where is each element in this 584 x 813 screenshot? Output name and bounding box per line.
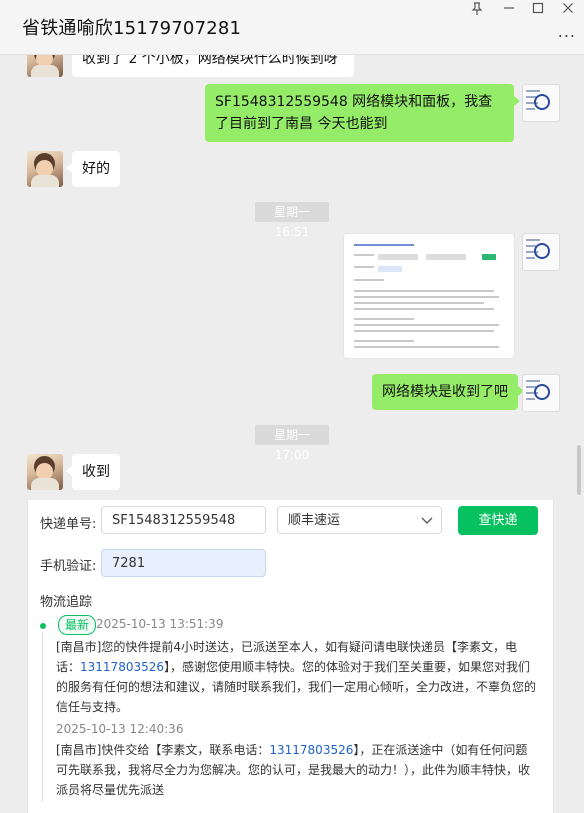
timeline-dot [40, 623, 46, 629]
pin-icon[interactable] [466, 2, 488, 20]
courier-phone[interactable]: 13117803526 [80, 660, 164, 674]
message-timestamp: 星期一 16:51 [255, 202, 329, 239]
tracking-number-label: 快递单号: [40, 517, 97, 532]
chevron-down-icon [421, 511, 433, 524]
message-bubble-incoming[interactable]: 好的 [66, 151, 120, 187]
event-text: [南昌市]您的快件提前4小时送达，已派送至本人，如有疑问请电联快递员【李素文，电… [56, 640, 537, 714]
contact-avatar[interactable] [27, 55, 63, 77]
tracking-number-input[interactable]: SF1548312559548 [101, 506, 266, 534]
event-time: 2025-10-13 13:51:39 [96, 617, 224, 631]
event-text: [南昌市]快件交给【李素文，联系电话：13117803526】，正在派送途中（如… [56, 743, 531, 797]
contact-avatar[interactable] [27, 454, 63, 490]
more-options-button[interactable]: ... [558, 22, 576, 41]
contact-avatar[interactable] [27, 151, 63, 187]
message-bubble-outgoing[interactable]: SF1548312559548 网络模块和面板，我查了目前到了南昌 今天也能到 [205, 84, 520, 142]
my-avatar[interactable] [522, 374, 560, 412]
phone-verify-label: 手机验证: [40, 559, 97, 574]
message-bubble-incoming[interactable]: 收到 [66, 454, 120, 490]
message-timestamp: 星期一 17:00 [255, 425, 329, 462]
close-icon[interactable] [557, 2, 579, 20]
minimize-icon[interactable] [498, 2, 520, 20]
query-button[interactable]: 查快递 [458, 506, 538, 535]
my-avatar[interactable] [522, 233, 560, 271]
event-time: 2025-10-13 12:40:36 [56, 722, 184, 736]
tracking-panel: 快递单号: SF1548312559548 顺丰速运 查快递 手机验证: 728… [27, 500, 554, 813]
chat-scrollbar[interactable] [577, 445, 581, 495]
carrier-select-value: 顺丰速运 [288, 513, 341, 528]
my-avatar[interactable] [522, 84, 560, 122]
timeline-line [42, 632, 43, 802]
image-message[interactable] [343, 233, 515, 359]
carrier-select[interactable]: 顺丰速运 [277, 506, 442, 534]
courier-phone[interactable]: 13117803526 [269, 743, 353, 757]
section-title: 物流追踪 [40, 595, 93, 610]
title-bar: 省铁通喻欣15179707281 ... [0, 0, 584, 55]
maximize-icon[interactable] [527, 2, 549, 20]
message-bubble-partial: 收到了 2 个小板，网络模块什么时候到呀 [72, 55, 354, 77]
chat-history[interactable]: 收到了 2 个小板，网络模块什么时候到呀 SF1548312559548 网络模… [0, 55, 584, 500]
message-bubble-outgoing[interactable]: 网络模块是收到了吧 [372, 374, 524, 410]
chat-title: 省铁通喻欣15179707281 [22, 18, 242, 39]
phone-verify-input[interactable]: 7281 [101, 549, 266, 577]
latest-badge: 最新 [58, 615, 97, 635]
